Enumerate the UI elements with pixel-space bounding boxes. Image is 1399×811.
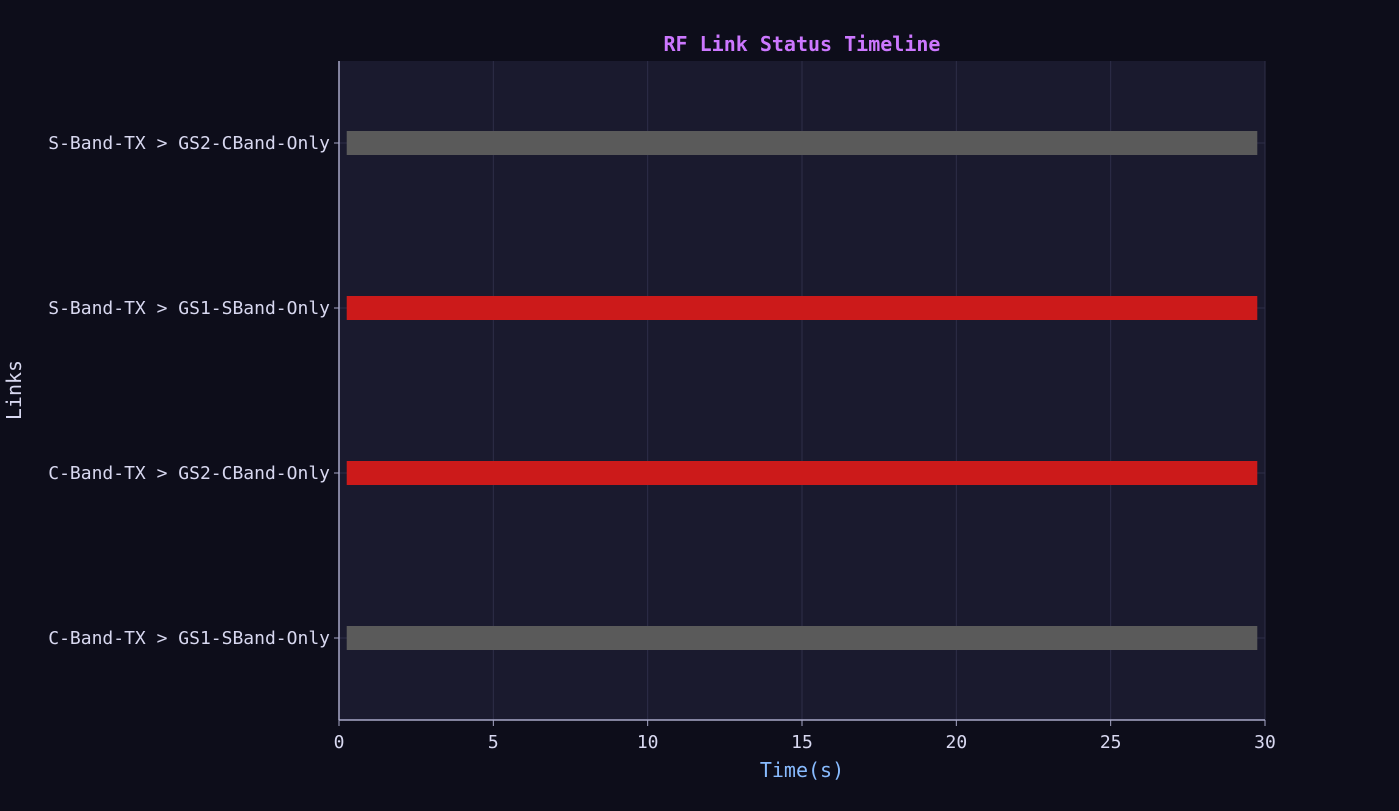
x-tick-label: 25 xyxy=(1100,732,1122,753)
timeline-bar xyxy=(346,626,1258,650)
y-tick-label: C-Band-TX > GS2-CBand-Only xyxy=(48,463,330,484)
y-tick-label: C-Band-TX > GS1-SBand-Only xyxy=(48,628,330,649)
link-status-chart: 0 5 10 15 20 25 30 S-Band-TX > GS2-CBand-Only S-… xyxy=(0,0,1399,811)
x-tick-label: 30 xyxy=(1254,732,1276,753)
x-tick-label: 5 xyxy=(488,732,499,753)
y-tick-label: S-Band-TX > GS1-SBand-Only xyxy=(48,298,330,319)
timeline-bar xyxy=(346,461,1258,485)
x-tick-label: 0 xyxy=(334,732,345,753)
y-tick-label: S-Band-TX > GS2-CBand-Only xyxy=(48,133,330,154)
x-tick-label: 20 xyxy=(945,732,967,753)
x-axis-label: Time(s) xyxy=(760,758,844,782)
timeline-bar xyxy=(346,131,1258,155)
timeline-bar xyxy=(346,296,1258,320)
chart-title: RF Link Status Timeline xyxy=(664,32,941,56)
x-tick-label: 10 xyxy=(637,732,659,753)
y-axis-label: Links xyxy=(2,360,26,420)
x-tick-label: 15 xyxy=(791,732,813,753)
